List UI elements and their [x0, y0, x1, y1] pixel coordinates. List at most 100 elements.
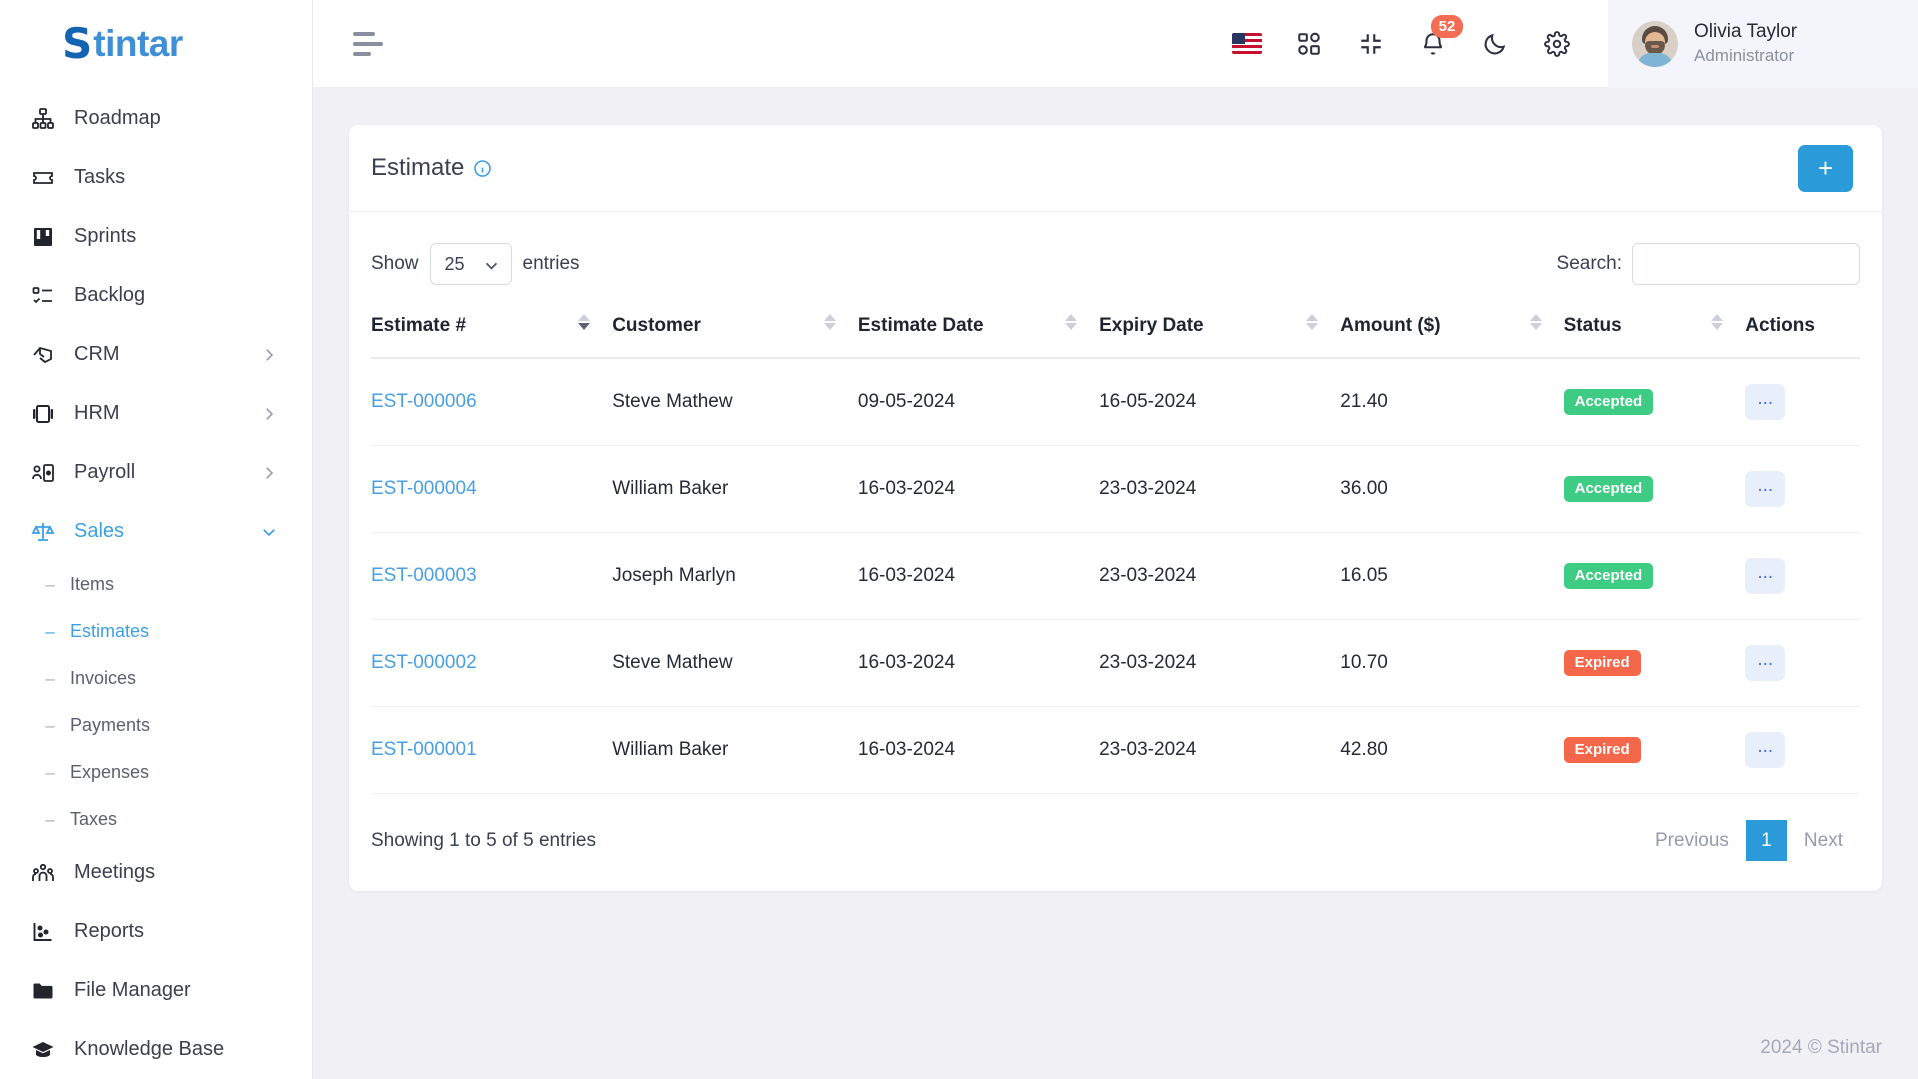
grid-apps-icon[interactable] — [1292, 27, 1326, 61]
us-flag-icon — [1232, 33, 1262, 54]
table-head: Estimate # Customer Estimate Date Expiry… — [371, 303, 1860, 359]
table-controls: Show 25 entries Search: — [371, 234, 1860, 303]
ticket-icon — [28, 165, 58, 191]
column-label: Estimate # — [371, 315, 467, 336]
dash-icon: – — [45, 762, 55, 782]
sidebar-item-crm[interactable]: CRM — [0, 325, 312, 384]
compress-icon[interactable] — [1354, 27, 1388, 61]
column-header-estimate-date[interactable]: Estimate Date — [857, 303, 1100, 359]
sidebar-item-backlog[interactable]: Backlog — [0, 266, 312, 325]
cell-expiry-date: 23-03-2024 — [1099, 619, 1341, 707]
sidebar-item-sprints[interactable]: Sprints — [0, 207, 312, 266]
user-info: Olivia Taylor Administrator — [1694, 19, 1797, 68]
cell-estimate-number: EST-000002 — [371, 619, 613, 707]
pagination-page-1[interactable]: 1 — [1745, 820, 1787, 861]
cell-actions: ... — [1745, 445, 1860, 533]
column-header-amount[interactable]: Amount ($) — [1340, 303, 1564, 359]
sidebar-item-meetings[interactable]: Meetings — [0, 843, 312, 902]
column-label: Estimate Date — [857, 315, 984, 336]
showing-entries-text: Showing 1 to 5 of 5 entries — [371, 829, 596, 851]
gear-icon[interactable] — [1540, 27, 1574, 61]
sidebar-subitem-expenses[interactable]: – Expenses — [0, 749, 312, 796]
column-header-expiry-date[interactable]: Expiry Date — [1099, 303, 1341, 359]
sidebar-subitem-items[interactable]: – Items — [0, 561, 312, 608]
cell-estimate-number: EST-000006 — [371, 358, 613, 446]
sort-icon — [578, 314, 591, 330]
user-name: Olivia Taylor — [1694, 21, 1798, 43]
sidebar-item-label: Knowledge Base — [74, 1038, 225, 1060]
cell-status: Accepted — [1563, 532, 1746, 620]
table-body: EST-000006 Steve Mathew 09-05-2024 16-05… — [371, 358, 1860, 794]
pagination-next[interactable]: Next — [1787, 821, 1860, 861]
sidebar-item-roadmap[interactable]: Roadmap — [0, 89, 312, 148]
add-estimate-button[interactable]: + — [1798, 144, 1853, 192]
scales-icon — [28, 519, 58, 545]
sidebar-subitem-estimates[interactable]: – Estimates — [0, 608, 312, 655]
cell-actions: ... — [1745, 532, 1860, 620]
search-input[interactable] — [1632, 243, 1860, 285]
cell-customer: Steve Mathew — [612, 619, 858, 707]
cell-status: Accepted — [1563, 358, 1746, 446]
chevron-right-icon — [260, 464, 278, 482]
row-actions-button[interactable]: ... — [1745, 471, 1786, 507]
pagination-previous[interactable]: Previous — [1638, 821, 1746, 861]
status-badge: Accepted — [1563, 563, 1654, 589]
hamburger-icon[interactable] — [353, 31, 387, 57]
dash-icon: – — [45, 715, 55, 735]
cell-expiry-date: 23-03-2024 — [1099, 532, 1341, 620]
brand-logo[interactable]: Stintar — [0, 0, 312, 87]
row-actions-button[interactable]: ... — [1745, 558, 1786, 594]
cell-estimate-date: 16-03-2024 — [857, 619, 1100, 707]
sort-icon — [1529, 314, 1542, 330]
sidebar-item-file-manager[interactable]: File Manager — [0, 961, 312, 1020]
sidebar-item-reports[interactable]: Reports — [0, 902, 312, 961]
sidebar-item-payroll[interactable]: Payroll — [0, 443, 312, 502]
cell-customer: William Baker — [612, 445, 858, 533]
cell-estimate-number: EST-000003 — [371, 532, 613, 620]
sidebar-item-sales[interactable]: Sales — [0, 502, 312, 561]
chevron-down-icon — [483, 257, 500, 274]
sidebar-subitem-payments[interactable]: – Payments — [0, 702, 312, 749]
estimate-link[interactable]: EST-000003 — [371, 565, 477, 586]
info-circle-icon[interactable] — [473, 159, 492, 178]
row-actions-button[interactable]: ... — [1745, 384, 1786, 420]
column-header-customer[interactable]: Customer — [612, 303, 858, 359]
estimate-link[interactable]: EST-000006 — [371, 391, 477, 412]
column-header-status[interactable]: Status — [1563, 303, 1746, 359]
entries-label: entries — [522, 253, 580, 274]
card-body: Show 25 entries Search: Estimate # Custo… — [349, 212, 1882, 891]
estimate-link[interactable]: EST-000001 — [371, 739, 477, 760]
language-selector[interactable] — [1230, 27, 1264, 61]
bell-icon[interactable]: 52 — [1416, 14, 1463, 61]
cell-expiry-date: 16-05-2024 — [1099, 358, 1341, 446]
sidebar-subitem-taxes[interactable]: – Taxes — [0, 796, 312, 843]
estimate-link[interactable]: EST-000002 — [371, 652, 477, 673]
notification-badge: 52 — [1431, 14, 1463, 38]
moon-icon[interactable] — [1478, 27, 1512, 61]
page-size-value: 25 — [444, 253, 465, 274]
sidebar-subitem-label: Payments — [70, 715, 151, 735]
app-root: Stintar Roadmap Tasks Sprints Backlog CR… — [0, 0, 1918, 1079]
row-actions-button[interactable]: ... — [1745, 645, 1786, 681]
row-actions-button[interactable]: ... — [1745, 732, 1786, 768]
estimate-link[interactable]: EST-000004 — [371, 478, 477, 499]
sidebar-subitem-label: Taxes — [70, 809, 118, 829]
scatter-chart-icon — [28, 919, 58, 945]
sidebar-subitem-invoices[interactable]: – Invoices — [0, 655, 312, 702]
page-footer: 2024 © Stintar — [313, 1017, 1918, 1079]
search-control: Search: — [1557, 243, 1860, 285]
sidebar-item-tasks[interactable]: Tasks — [0, 148, 312, 207]
table-row: EST-000004 William Baker 16-03-2024 23-0… — [371, 445, 1860, 533]
user-menu[interactable]: Olivia Taylor Administrator — [1608, 0, 1918, 88]
table-row: EST-000003 Joseph Marlyn 16-03-2024 23-0… — [371, 532, 1860, 620]
sidebar-item-hrm[interactable]: HRM — [0, 384, 312, 443]
page-size-select[interactable]: 25 — [429, 243, 512, 285]
topbar-actions: 52 — [1230, 14, 1608, 61]
page-length-control: Show 25 entries — [371, 243, 580, 285]
sidebar-item-knowledge-base[interactable]: Knowledge Base — [0, 1020, 312, 1079]
sidebar-item-label: Reports — [74, 920, 145, 942]
cell-customer: William Baker — [612, 706, 858, 794]
topbar: 52 Olivia Taylor Administrator — [313, 0, 1918, 88]
column-header-estimate-number[interactable]: Estimate # — [371, 303, 613, 359]
chevron-down-icon — [260, 523, 278, 541]
